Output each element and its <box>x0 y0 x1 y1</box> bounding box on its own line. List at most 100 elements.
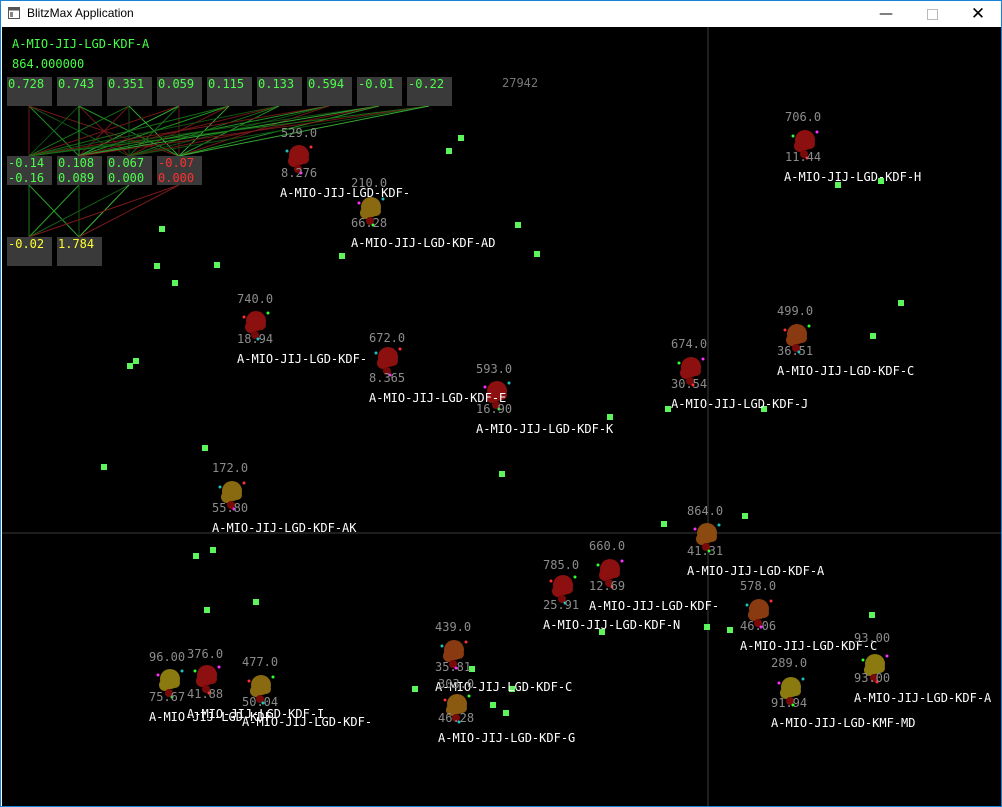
creature-fitness: 41.31 <box>687 544 724 558</box>
simulation-canvas[interactable]: A-MIO-JIJ-LGD-KDF-A 864.000000 27942 0.7… <box>2 27 1001 806</box>
food-pellet <box>661 521 667 527</box>
creature-energy: 593.0 <box>476 362 513 376</box>
creature-name[interactable]: A-MIO-JIJ-LGD-KDF- <box>589 599 719 613</box>
app-window: BlitzMax Application — ✕ A-MIO-JIJ-LGD-K… <box>0 0 1002 807</box>
creature-name[interactable]: A-MIO-JIJ-LGD-KDF-A <box>854 691 991 705</box>
creature-energy: 303.0 <box>438 677 475 691</box>
creature-sensor <box>242 481 246 485</box>
nn-hidden-value: 0.000 <box>158 171 195 185</box>
creature-fitness: 8.365 <box>369 371 406 385</box>
creature-name[interactable]: A-MIO-JIJ-LGD-KDF-N <box>543 618 680 632</box>
creature-sensor <box>717 523 721 527</box>
creature-energy: 864.0 <box>687 504 724 518</box>
creature-body <box>207 674 217 684</box>
nn-input-value: 0.351 <box>108 77 145 91</box>
creature-energy: 210.0 <box>351 176 388 190</box>
food-pellet <box>193 553 199 559</box>
creature-energy: 477.0 <box>242 655 279 669</box>
creature-body <box>691 366 701 376</box>
food-pellet <box>742 513 748 519</box>
selected-creature-value: 864.000000 <box>12 57 85 71</box>
nn-output-cell: 1.784 <box>57 237 102 266</box>
nn-input-value: 0.594 <box>308 77 345 91</box>
creature-fitness: 8.276 <box>281 166 318 180</box>
creature-sensor <box>483 385 487 389</box>
nn-connection <box>28 184 180 238</box>
minimize-button[interactable]: — <box>863 1 909 27</box>
creature-sensor <box>769 599 773 603</box>
food-pellet <box>490 702 496 708</box>
nn-input-value: 0.133 <box>258 77 295 91</box>
maximize-button[interactable] <box>909 1 955 27</box>
creature-sensor <box>247 679 251 683</box>
creature-name[interactable]: A-MIO-JIJ-LGD-KDF-J <box>671 397 808 411</box>
title-bar[interactable]: BlitzMax Application — ✕ <box>1 1 1001 27</box>
nn-input-cell: -0.01 <box>357 77 402 106</box>
creature-name[interactable]: A-MIO-JIJ-LGD-KDF- <box>237 352 367 366</box>
window-title: BlitzMax Application <box>27 6 134 20</box>
food-pellet <box>515 222 521 228</box>
creature-body <box>805 139 815 149</box>
creature-body <box>759 608 769 618</box>
creature-energy: 674.0 <box>671 337 708 351</box>
nn-input-cell: 0.728 <box>7 77 52 106</box>
nn-hidden-value: 0.108 <box>58 156 95 170</box>
food-pellet <box>534 251 540 257</box>
creature-sensor <box>180 669 184 673</box>
creature-fitness: 46.28 <box>438 711 475 725</box>
creature-name[interactable]: A-MIO-JIJ-LGD-KDF-C <box>777 364 914 378</box>
creature-name[interactable]: A-MIO-JIJ-LGD-KMF-MD <box>771 716 916 730</box>
creature-fitness: 16.90 <box>476 402 513 416</box>
food-pellet <box>210 547 216 553</box>
creature-energy: 499.0 <box>777 304 814 318</box>
creature-body <box>797 333 807 343</box>
nn-hidden-value: -0.14 <box>8 156 45 170</box>
creature-energy: 660.0 <box>589 539 626 553</box>
creature-name[interactable]: A-MIO-JIJ-LGD-KDF- <box>280 186 410 200</box>
nn-connection <box>78 105 430 157</box>
creature-sensor <box>398 347 402 351</box>
creature-body <box>170 678 180 688</box>
creature-sensor <box>801 677 805 681</box>
creature-name[interactable]: A-MIO-JIJ-LGD-KDF-K <box>476 422 613 436</box>
creature-sensor <box>693 527 697 531</box>
creature-sensor <box>156 673 160 677</box>
creature-energy: 376.0 <box>187 647 224 661</box>
food-pellet <box>154 263 160 269</box>
food-pellet <box>607 414 613 420</box>
food-pellet <box>202 445 208 451</box>
creature-fitness: 50.04 <box>242 695 279 709</box>
close-button[interactable]: ✕ <box>955 1 1001 27</box>
nn-connection <box>28 105 380 157</box>
nn-hidden-value: -0.07 <box>158 156 195 170</box>
food-pellet <box>127 363 133 369</box>
creature-sensor <box>777 681 781 685</box>
creature-energy: 740.0 <box>237 292 274 306</box>
nn-input-cell: 0.594 <box>307 77 352 106</box>
food-pellet <box>339 253 345 259</box>
nn-hidden-cell: 0.067 0.000 <box>107 156 152 185</box>
creature-energy: 706.0 <box>785 110 822 124</box>
creature-sensor <box>815 130 819 134</box>
creature-name[interactable]: A-MIO-JIJ-LGD-KDF-A <box>687 564 824 578</box>
creature-name[interactable]: A-MIO-JIJ-LGD-KDF-AK <box>212 521 357 535</box>
creature-energy: 672.0 <box>369 331 406 345</box>
nn-connection <box>28 105 280 157</box>
creature-name[interactable]: A-MIO-JIJ-LGD-KDF-H <box>784 170 921 184</box>
food-pellet <box>253 599 259 605</box>
creature-name[interactable]: A-MIO-JIJ-LGD-KDF- <box>242 715 372 729</box>
creature-name[interactable]: A-MIO-JIJ-LGD-KDF-G <box>438 731 575 745</box>
maximize-icon <box>926 9 938 20</box>
food-pellet <box>214 262 220 268</box>
creature-energy: 93.00 <box>854 631 891 645</box>
creature-sensor <box>783 328 787 332</box>
nn-hidden-cell: 0.108 0.089 <box>57 156 102 185</box>
creature-name[interactable]: A-MIO-JIJ-LGD-KDF-AD <box>351 236 496 250</box>
food-pellet <box>101 464 107 470</box>
nn-connection <box>28 105 430 157</box>
creature-fitness: 18.94 <box>237 332 274 346</box>
creature-body <box>707 532 717 542</box>
nn-input-value: 0.059 <box>158 77 195 91</box>
creature-sensor <box>266 311 270 315</box>
creature-body <box>791 686 801 696</box>
